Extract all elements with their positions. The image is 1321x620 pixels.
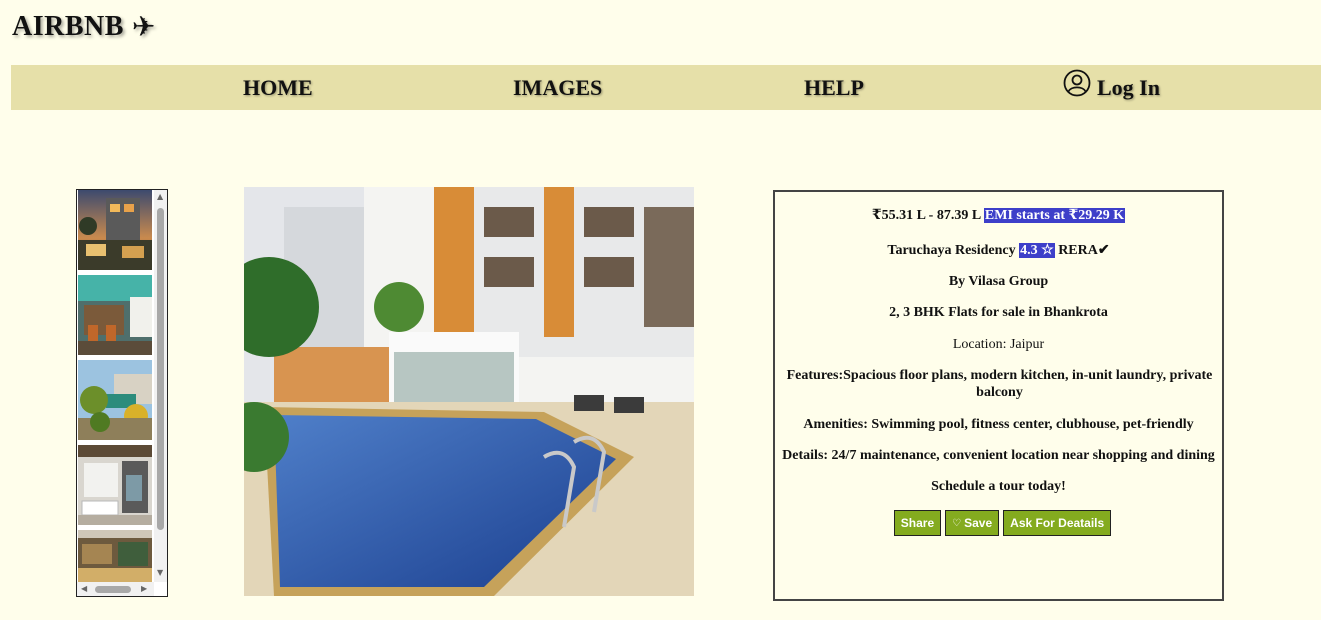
save-button[interactable]: ♡ Save	[945, 510, 1000, 536]
rera-badge: RERA✔	[1058, 243, 1110, 258]
emi-highlight: EMI starts at ₹29.29 K	[983, 208, 1126, 223]
thumbnail-gallery[interactable]: ▲ ▼ ◀ ▶	[76, 189, 168, 597]
user-circle-icon	[1063, 69, 1091, 96]
brand-name: AIRBNB	[12, 10, 124, 42]
price-range: ₹55.31 L - 87.39 L	[871, 208, 981, 223]
scroll-down-arrow-icon[interactable]: ▼	[157, 568, 163, 577]
nav-login-link[interactable]: Log In	[1063, 65, 1160, 110]
rating-badge: 4.3 ☆	[1019, 243, 1055, 258]
scroll-left-arrow-icon[interactable]: ◀	[81, 584, 87, 593]
schedule-tour-text: Schedule a tour today!	[931, 479, 1066, 494]
main-property-photo	[244, 187, 694, 596]
builder-name: By Vilasa Group	[948, 274, 1049, 289]
nav-images-link[interactable]: IMAGES	[513, 65, 602, 110]
nav-help-link[interactable]: HELP	[804, 65, 864, 110]
scroll-right-arrow-icon[interactable]: ▶	[141, 584, 147, 593]
thumbnail-3[interactable]	[78, 360, 152, 440]
gallery-vertical-scrollbar[interactable]: ▲ ▼	[154, 190, 167, 582]
property-features: Features:Spacious floor plans, modern ki…	[786, 368, 1213, 400]
property-name: Taruchaya Residency	[887, 243, 1016, 258]
horizontal-scroll-thumb[interactable]	[95, 586, 131, 593]
share-button[interactable]: Share	[893, 510, 942, 536]
main-navbar: HOME IMAGES HELP Log In	[11, 65, 1321, 110]
property-location: Location: Jaipur	[952, 337, 1045, 352]
save-label: Save	[964, 516, 993, 530]
price-line: ₹55.31 L - 87.39 L EMI starts at ₹29.29 …	[775, 207, 1222, 224]
vertical-scroll-thumb[interactable]	[157, 208, 164, 530]
property-details: Details: 24/7 maintenance, convenient lo…	[782, 448, 1215, 463]
listing-details-card: ₹55.31 L - 87.39 L EMI starts at ₹29.29 …	[773, 190, 1224, 601]
login-label: Log In	[1097, 74, 1160, 100]
action-buttons: Share ♡ Save Ask For Deatails	[779, 510, 1226, 536]
property-amenities: Amenities: Swimming pool, fitness center…	[803, 417, 1194, 432]
scroll-up-arrow-icon[interactable]: ▲	[157, 192, 163, 201]
thumbnail-1[interactable]	[78, 190, 152, 270]
brand-logo[interactable]: AIRBNB ✈	[12, 10, 156, 43]
property-title-line: Taruchaya Residency 4.3 ☆ RERA✔	[775, 242, 1222, 259]
airplane-icon: ✈	[131, 10, 156, 43]
nav-home-link[interactable]: HOME	[243, 65, 313, 110]
property-type: 2, 3 BHK Flats for sale in Bhankrota	[889, 305, 1108, 320]
thumbnail-5[interactable]	[78, 530, 152, 582]
thumbnail-2[interactable]	[78, 275, 152, 355]
thumbnail-4[interactable]	[78, 445, 152, 525]
ask-details-button[interactable]: Ask For Deatails	[1003, 510, 1112, 536]
gallery-horizontal-scrollbar[interactable]: ◀ ▶	[77, 582, 154, 596]
heart-icon: ♡	[952, 517, 962, 529]
